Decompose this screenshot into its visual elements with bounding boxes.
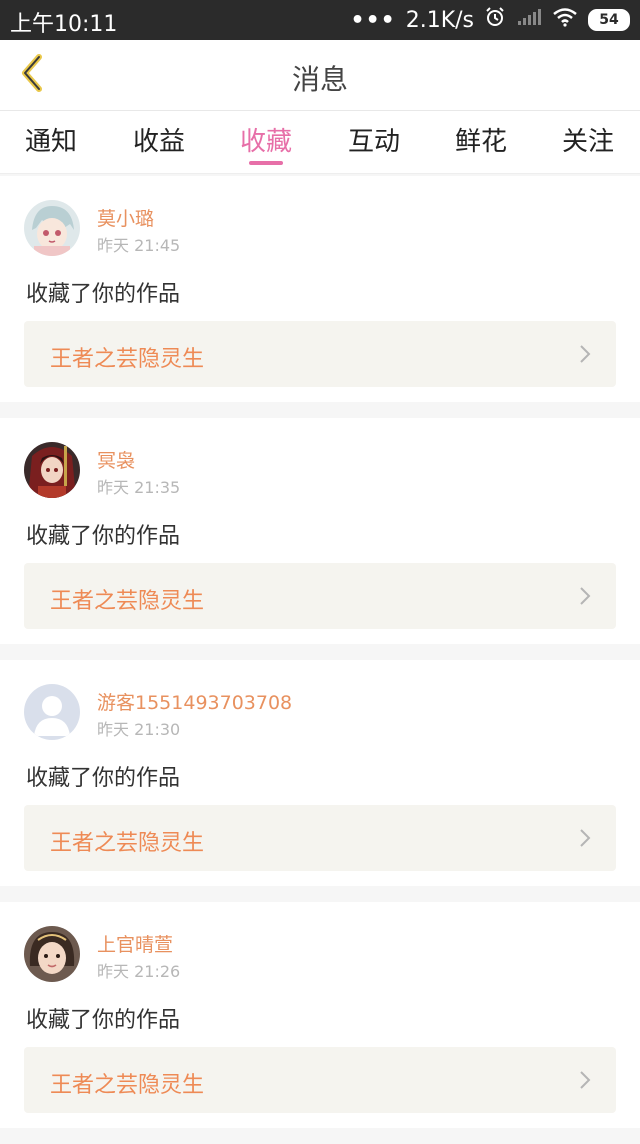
work-title: 王者之芸隐灵生 [50, 347, 205, 372]
active-tab-indicator [249, 161, 283, 165]
work-title: 王者之芸隐灵生 [50, 1073, 205, 1098]
timestamp: 昨天 21:26 [97, 962, 181, 981]
avatar[interactable] [24, 200, 80, 256]
timestamp: 昨天 21:45 [97, 236, 181, 255]
work-link[interactable]: 王者之芸隐灵生 [24, 321, 616, 387]
chevron-right-icon [578, 827, 592, 853]
chevron-right-icon [578, 1069, 592, 1095]
alarm-icon [484, 6, 506, 34]
avatar[interactable] [24, 442, 80, 498]
tab-follow[interactable]: 关注 [538, 121, 638, 158]
list-item: 莫小璐 昨天 21:45 收藏了你的作品 王者之芸隐灵生 [0, 176, 640, 402]
action-text: 收藏了你的作品 [26, 766, 181, 791]
tab-notifications[interactable]: 通知 [1, 121, 101, 158]
user-name[interactable]: 冥袅 [97, 446, 135, 473]
header: 消息 [0, 40, 640, 111]
avatar[interactable] [24, 684, 80, 740]
status-bar: 上午10:11 ••• 2.1K/s 54 [0, 0, 640, 40]
list-item: 游客1551493703708 昨天 21:30 收藏了你的作品 王者之芸隐灵生 [0, 660, 640, 886]
action-text: 收藏了你的作品 [26, 1008, 181, 1033]
timestamp: 昨天 21:30 [97, 720, 181, 739]
status-icons: ••• 2.1K/s 54 [351, 6, 630, 34]
action-text: 收藏了你的作品 [26, 282, 181, 307]
work-link[interactable]: 王者之芸隐灵生 [24, 563, 616, 629]
work-title: 王者之芸隐灵生 [50, 831, 205, 856]
user-name[interactable]: 莫小璐 [97, 204, 154, 231]
battery-icon: 54 [588, 9, 630, 31]
work-link[interactable]: 王者之芸隐灵生 [24, 805, 616, 871]
more-dots-icon: ••• [350, 7, 396, 33]
avatar[interactable] [24, 926, 80, 982]
chevron-right-icon [578, 585, 592, 611]
tab-interactions[interactable]: 互动 [324, 121, 424, 158]
tab-favorites[interactable]: 收藏 [216, 121, 316, 158]
timestamp: 昨天 21:35 [97, 478, 181, 497]
action-text: 收藏了你的作品 [26, 524, 181, 549]
list-item: 上官晴萱 昨天 21:26 收藏了你的作品 王者之芸隐灵生 [0, 902, 640, 1128]
wifi-icon [552, 7, 578, 33]
work-title: 王者之芸隐灵生 [50, 589, 205, 614]
work-link[interactable]: 王者之芸隐灵生 [24, 1047, 616, 1113]
message-list: 莫小璐 昨天 21:45 收藏了你的作品 王者之芸隐灵生 冥袅 昨天 21:35 [0, 176, 640, 1144]
page-title: 消息 [291, 63, 348, 96]
status-time: 上午10:11 [10, 12, 118, 37]
user-name[interactable]: 上官晴萱 [97, 930, 173, 957]
list-item: 冥袅 昨天 21:35 收藏了你的作品 王者之芸隐灵生 [0, 418, 640, 644]
tab-bar: 通知 收益 收藏 互动 鲜花 关注 [0, 111, 640, 174]
user-name[interactable]: 游客1551493703708 [97, 688, 292, 715]
signal-icon [516, 7, 542, 33]
chevron-right-icon [578, 343, 592, 369]
tab-flowers[interactable]: 鲜花 [431, 121, 531, 158]
network-speed: 2.1K/s [405, 7, 474, 33]
tab-earnings[interactable]: 收益 [109, 121, 209, 158]
